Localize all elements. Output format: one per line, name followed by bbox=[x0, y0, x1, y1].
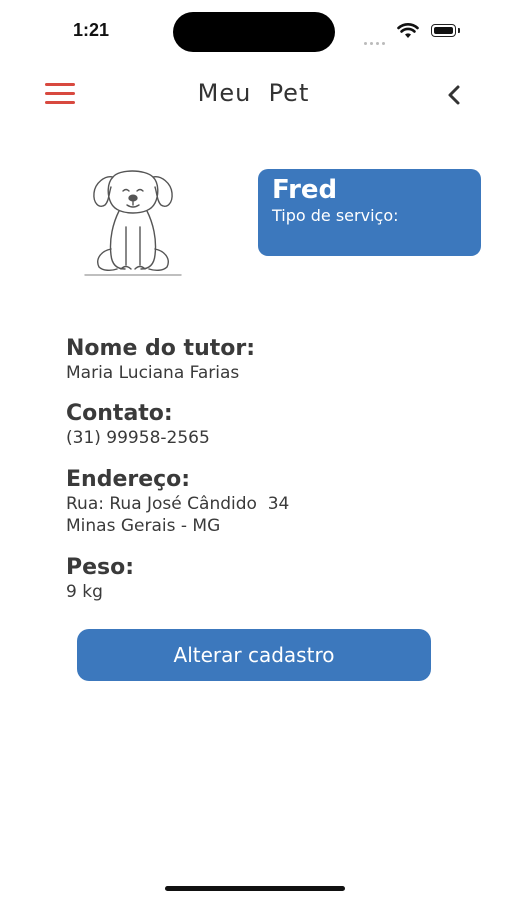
status-time: 1:21 bbox=[73, 20, 110, 40]
weight-section: Peso: 9 kg bbox=[66, 555, 134, 603]
address-label: Endereço: bbox=[66, 467, 191, 492]
dynamic-island bbox=[173, 12, 335, 52]
tutor-section: Nome do tutor: Maria Luciana Farias bbox=[66, 336, 255, 384]
tutor-label: Nome do tutor: bbox=[66, 336, 256, 361]
weight-label: Peso: bbox=[66, 555, 135, 580]
pet-name: Fred bbox=[272, 175, 338, 205]
home-indicator[interactable] bbox=[165, 886, 345, 891]
address-line-2: Minas Gerais - MG bbox=[66, 516, 221, 536]
pet-info-card: Fred Tipo de serviço: bbox=[258, 169, 481, 256]
status-bar: 1:21 bbox=[0, 0, 507, 62]
edit-registration-button[interactable]: Alterar cadastro bbox=[77, 629, 431, 681]
dog-illustration bbox=[83, 165, 183, 277]
tutor-value: Maria Luciana Farias bbox=[66, 363, 240, 383]
weight-value: 9 kg bbox=[66, 582, 103, 602]
contact-section: Contato: (31) 99958-2565 bbox=[66, 401, 210, 449]
page-title: Meu Pet bbox=[197, 79, 310, 107]
address-line-1: Rua: Rua José Cândido 34 bbox=[66, 494, 290, 514]
contact-value: (31) 99958-2565 bbox=[66, 428, 210, 448]
wifi-icon bbox=[397, 22, 419, 40]
contact-label: Contato: bbox=[66, 401, 173, 426]
chevron-left-icon[interactable] bbox=[443, 84, 465, 106]
service-type-label: Tipo de serviço: bbox=[272, 206, 399, 225]
battery-icon bbox=[431, 24, 461, 38]
address-section: Endereço: Rua: Rua José Cândido 34 Minas… bbox=[66, 467, 289, 537]
cellular-signal-icon bbox=[364, 30, 390, 45]
